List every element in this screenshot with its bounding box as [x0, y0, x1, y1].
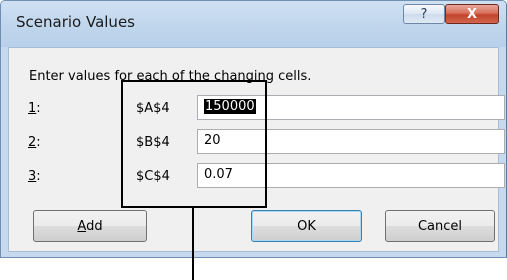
callout-line: [192, 208, 194, 280]
add-button[interactable]: Add: [33, 210, 147, 242]
cancel-button-label: Cancel: [417, 218, 463, 234]
row-3-label: 3:: [28, 169, 41, 184]
close-button[interactable]: X: [445, 4, 499, 24]
ok-button-label: OK: [297, 218, 316, 234]
cancel-button[interactable]: Cancel: [385, 210, 495, 242]
ok-button[interactable]: OK: [251, 210, 362, 242]
callout-highlight-box: [121, 80, 267, 208]
help-button[interactable]: ?: [403, 4, 445, 24]
add-button-label: Add: [77, 218, 103, 234]
row-1-label: 1:: [28, 101, 41, 116]
row-2-label: 2:: [28, 135, 41, 150]
close-icon: X: [466, 6, 478, 22]
help-icon: ?: [420, 6, 428, 22]
dialog-title: Scenario Values: [16, 13, 135, 31]
title-bar: Scenario Values ? X: [1, 1, 506, 47]
